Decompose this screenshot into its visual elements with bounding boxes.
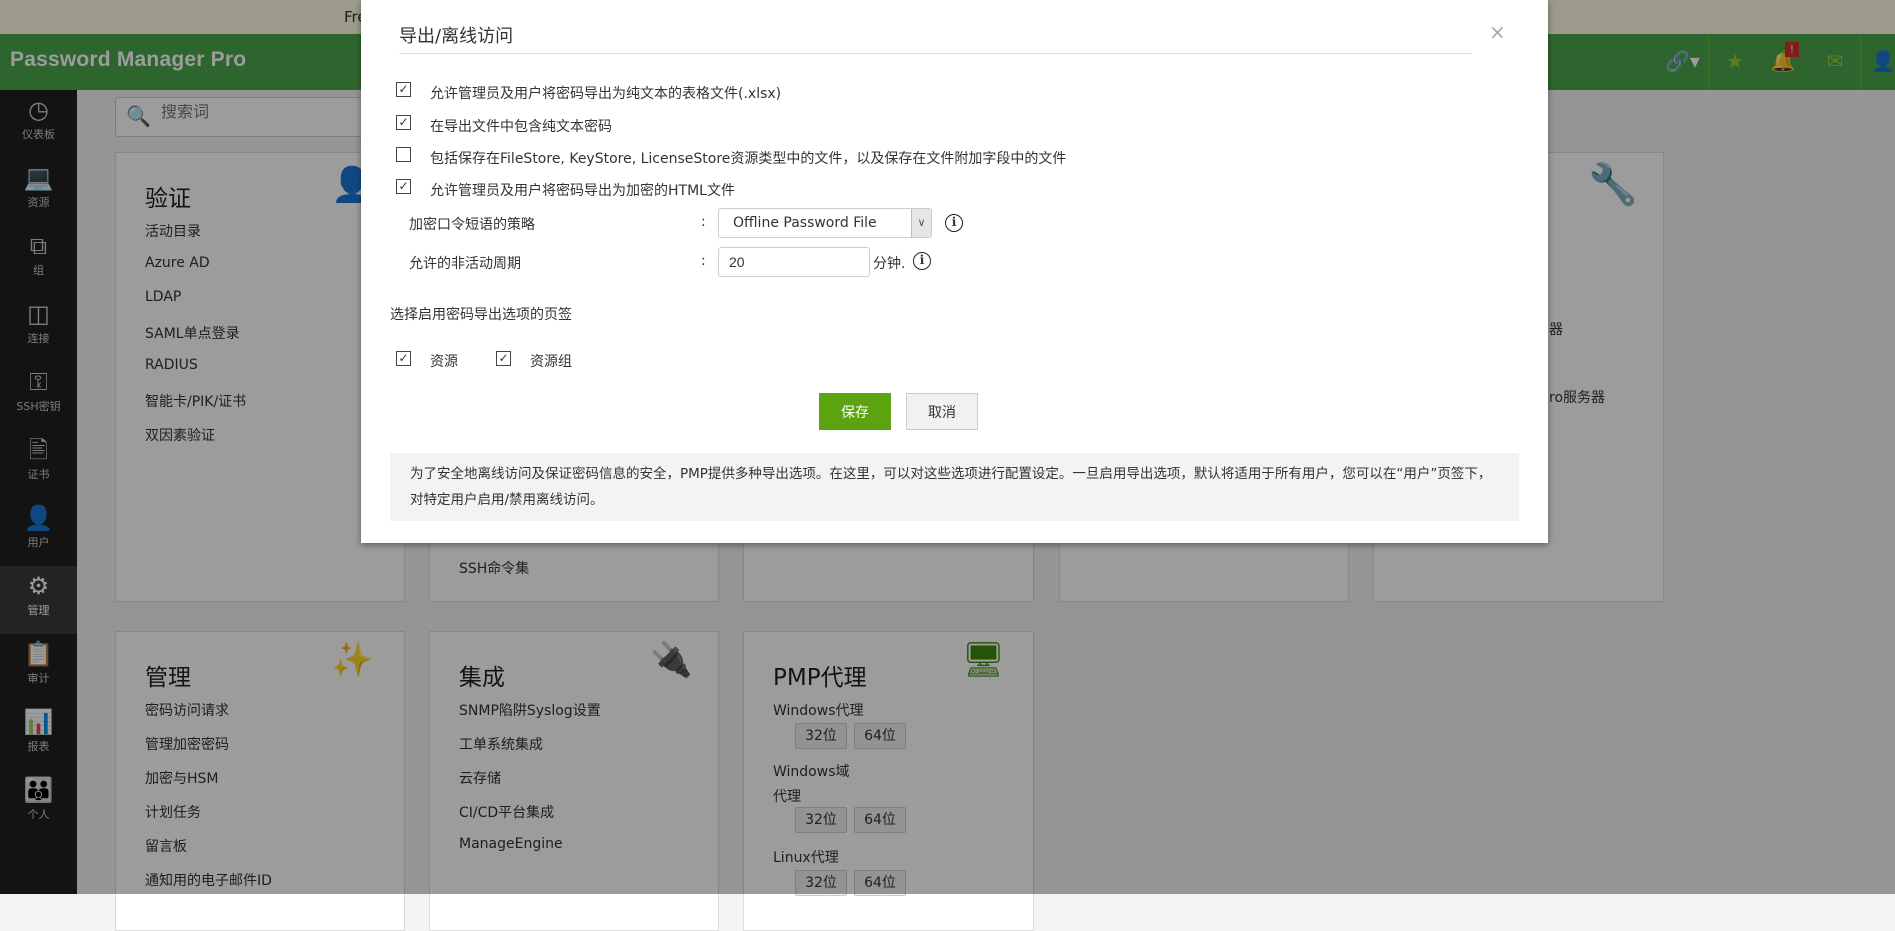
passphrase-policy-label: 加密口令短语的策略 <box>409 217 535 233</box>
checkbox-include-plaintext[interactable]: ✓ <box>396 115 411 130</box>
option-label: 包括保存在FileStore, KeyStore, LicenseStore资源… <box>430 151 1067 167</box>
close-icon[interactable]: × <box>1489 20 1506 44</box>
colon: : <box>701 214 706 230</box>
save-button[interactable]: 保存 <box>819 393 891 430</box>
checkbox-tab-resources[interactable]: ✓ <box>396 351 411 366</box>
tabs-section-label: 选择启用密码导出选项的页签 <box>390 307 572 323</box>
info-note: 为了安全地离线访问及保证密码信息的安全，PMP提供多种导出选项。在这里，可以对这… <box>390 453 1519 521</box>
chevron-down-icon: ∨ <box>911 209 931 237</box>
export-offline-dialog: 导出/离线访问 × ✓ 允许管理员及用户将密码导出为纯文本的表格文件(.xlsx… <box>361 0 1548 543</box>
option-label: 允许管理员及用户将密码导出为加密的HTML文件 <box>430 183 735 199</box>
select-value: Offline Password File <box>733 215 877 231</box>
option-label: 在导出文件中包含纯文本密码 <box>430 119 612 135</box>
inactive-period-label: 允许的非活动周期 <box>409 256 521 272</box>
checkbox-export-xlsx[interactable]: ✓ <box>396 82 411 97</box>
passphrase-policy-select[interactable]: Offline Password File ∨ <box>718 208 932 238</box>
info-icon[interactable]: i <box>913 252 931 270</box>
minutes-unit: 分钟. <box>873 256 906 272</box>
tab-resource-groups-label: 资源组 <box>530 354 572 370</box>
divider <box>399 53 1472 54</box>
checkbox-include-files[interactable] <box>396 147 411 162</box>
checkbox-export-html[interactable]: ✓ <box>396 179 411 194</box>
tab-resources-label: 资源 <box>430 354 458 370</box>
inactive-period-input[interactable] <box>718 247 870 277</box>
colon: : <box>701 253 706 269</box>
dialog-title: 导出/离线访问 <box>399 26 514 47</box>
checkbox-tab-resource-groups[interactable]: ✓ <box>496 351 511 366</box>
cancel-button[interactable]: 取消 <box>906 393 978 430</box>
option-label: 允许管理员及用户将密码导出为纯文本的表格文件(.xlsx) <box>430 86 782 102</box>
info-icon[interactable]: i <box>945 214 963 232</box>
